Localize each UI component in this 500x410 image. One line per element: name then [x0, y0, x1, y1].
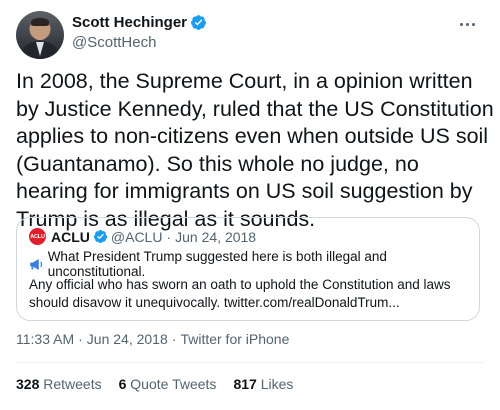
quoted-tweet-text-line1: What President Trump suggested here is b…	[47, 249, 387, 279]
avatar[interactable]	[16, 11, 64, 59]
quoted-tweet[interactable]: ACLU ACLU @ACLU · Jun 24, 2018 What Pres…	[16, 217, 480, 321]
likes-label: Likes	[260, 376, 294, 392]
verified-badge-icon	[93, 229, 107, 244]
quoted-tweet-date: Jun 24, 2018	[175, 228, 257, 245]
quote-tweets-label: Quote Tweets	[130, 376, 217, 392]
tweet-date[interactable]: Jun 24, 2018	[87, 331, 168, 347]
quoted-tweet-text-line2: Any official who has sworn an oath to up…	[29, 277, 451, 310]
quote-tweets-stat[interactable]: 6 Quote Tweets	[119, 376, 217, 392]
tweet-time[interactable]: 11:33 AM	[16, 331, 74, 347]
tweet-meta: 11:33 AM · Jun 24, 2018 · Twitter for iP…	[16, 331, 289, 347]
retweets-label: Retweets	[43, 376, 102, 392]
tweet-text: In 2008, the Supreme Court, in a opinion…	[16, 69, 494, 231]
divider	[16, 362, 484, 363]
retweets-count: 328	[16, 376, 40, 392]
tweet-source[interactable]: Twitter for iPhone	[180, 331, 289, 347]
dot-separator: ·	[78, 331, 83, 347]
likes-stat[interactable]: 817 Likes	[233, 376, 293, 392]
quoted-tweet-header: ACLU ACLU @ACLU · Jun 24, 2018	[29, 228, 256, 245]
megaphone-icon	[30, 258, 43, 270]
engagement-stats: 328 Retweets 6 Quote Tweets 817 Likes	[16, 376, 310, 392]
more-options-icon[interactable]	[456, 14, 478, 34]
author-handle[interactable]: @ScottHech	[72, 34, 156, 51]
author-name-row[interactable]: Scott Hechinger	[72, 14, 207, 31]
quote-tweets-count: 6	[118, 376, 127, 392]
verified-badge-icon	[191, 15, 206, 30]
tweet: Scott Hechinger @ScottHech In 2008, the …	[0, 0, 500, 410]
dot-separator: ·	[166, 228, 172, 245]
likes-count: 817	[233, 376, 257, 392]
dot-separator: ·	[171, 331, 177, 347]
retweets-stat[interactable]: 328 Retweets	[16, 376, 102, 392]
quoted-author-name: ACLU	[51, 228, 90, 245]
quoted-author-handle: @ACLU	[110, 228, 163, 245]
author-name[interactable]: Scott Hechinger	[72, 14, 187, 31]
quoted-tweet-line1: What President Trump suggested here is b…	[29, 249, 479, 279]
avatar-hair	[31, 18, 49, 26]
aclu-logo-icon: ACLU	[29, 228, 46, 245]
